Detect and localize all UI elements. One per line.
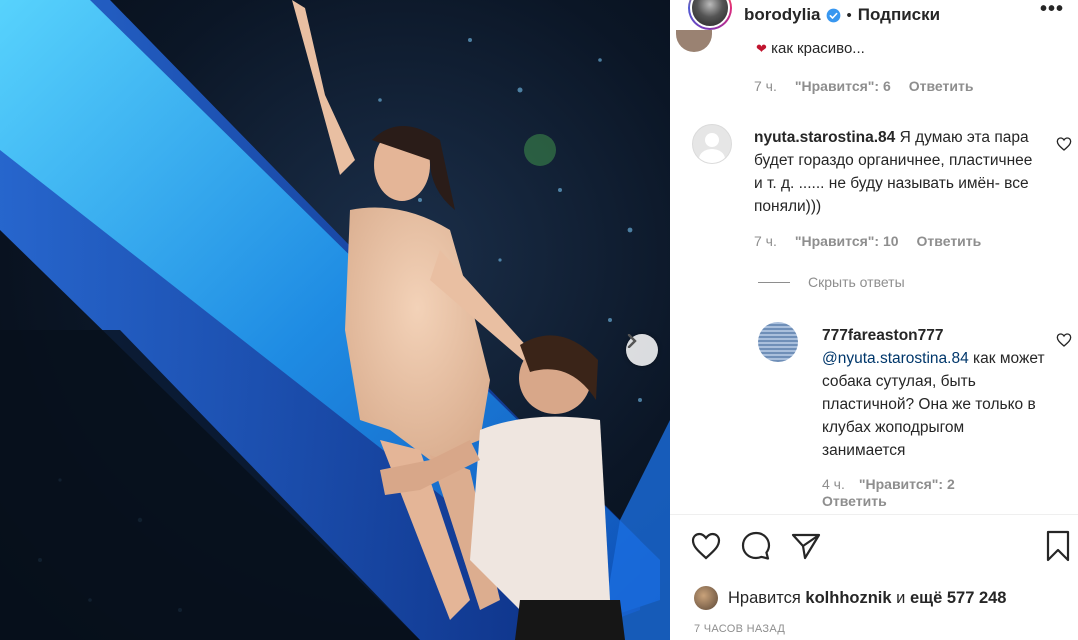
reply-button[interactable]: Ответить [917, 233, 982, 249]
likes-username[interactable]: kolhhoznik [805, 589, 891, 608]
comment-time[interactable]: 4 ч. [822, 476, 845, 492]
post-time[interactable]: 7 ЧАСОВ НАЗАД [694, 623, 785, 635]
reply-button[interactable]: Ответить [909, 78, 974, 94]
post-photo [0, 0, 670, 640]
comment-time[interactable]: 7 ч. [754, 233, 777, 249]
bookmark-icon[interactable] [1042, 530, 1074, 562]
red-heart-icon: ❤ [756, 41, 767, 56]
comment-time[interactable]: 7 ч. [754, 78, 777, 94]
verified-badge-icon [826, 8, 840, 22]
divider [670, 514, 1078, 515]
avatar[interactable] [688, 0, 732, 30]
likes-prefix: Нравится [728, 588, 801, 607]
comment-meta: 4 ч. "Нравится": 2 [822, 476, 955, 492]
hide-replies-label: Скрыть ответы [808, 274, 905, 290]
avatar[interactable] [692, 124, 732, 164]
hide-replies-button[interactable]: Скрыть ответы [758, 274, 905, 290]
comment-meta: Ответить [822, 493, 887, 509]
heart-icon[interactable] [1056, 136, 1072, 152]
action-bar [690, 530, 1070, 564]
comment-username[interactable]: nyuta.starostina.84 [754, 129, 895, 146]
heart-icon[interactable] [690, 530, 722, 562]
comment-likes[interactable]: "Нравится": 10 [795, 233, 899, 249]
comments-list: ❤ как красиво... 7 ч. "Нравится": 6 Отве… [670, 0, 1078, 514]
comment-body: как красиво... [771, 40, 865, 57]
comment-username[interactable]: 777fareaston777 [822, 324, 1047, 347]
likes-and: и [896, 588, 906, 607]
more-options-icon[interactable]: ••• [1040, 0, 1064, 21]
reply-button[interactable]: Ответить [822, 493, 887, 509]
post-header: borodylia • Подписки ••• [670, 0, 1078, 30]
photo-scene [0, 0, 670, 640]
likes-summary: Нравится kolhhoznik и ещё 577 248 [694, 586, 1007, 610]
comment-likes[interactable]: "Нравится": 2 [859, 476, 955, 492]
mention-link[interactable]: @nyuta.starostina.84 [822, 350, 969, 367]
divider [758, 281, 790, 283]
comment-text: 777fareaston777 @nyuta.starostina.84 как… [822, 324, 1047, 462]
comment-meta: 7 ч. "Нравится": 10 Ответить [754, 233, 981, 249]
comment-icon[interactable] [740, 530, 772, 562]
avatar[interactable] [694, 586, 718, 610]
send-icon[interactable] [790, 530, 822, 562]
likes-count-button[interactable]: ещё 577 248 [910, 589, 1007, 608]
following-button[interactable]: Подписки [858, 5, 940, 25]
avatar[interactable] [676, 30, 712, 52]
separator-dot: • [846, 6, 852, 24]
comment-text: nyuta.starostina.84 Я думаю эта пара буд… [754, 126, 1034, 218]
avatar[interactable] [758, 322, 798, 362]
comment-meta: 7 ч. "Нравится": 6 Ответить [754, 78, 973, 94]
comment-text: ❤ как красиво... [756, 40, 865, 57]
comment-likes[interactable]: "Нравится": 6 [795, 78, 891, 94]
post-username[interactable]: borodylia [744, 5, 821, 25]
next-image-button[interactable] [626, 334, 658, 366]
post-sidebar: ❤ как красиво... 7 ч. "Нравится": 6 Отве… [670, 0, 1078, 640]
heart-icon[interactable] [1056, 332, 1072, 348]
chevron-right-icon [627, 334, 637, 348]
